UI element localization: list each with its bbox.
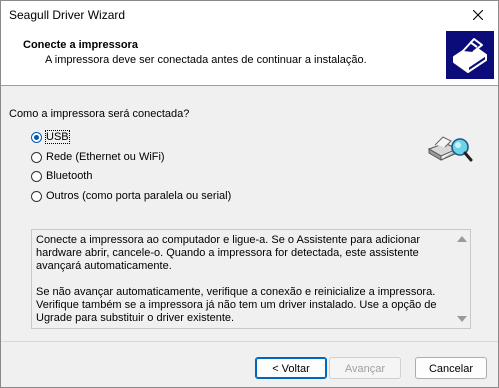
radio-button[interactable] [31, 190, 42, 202]
info-textbox[interactable]: Conecte a impressora ao computador e lig… [31, 229, 471, 329]
printer-search-icon [425, 131, 473, 167]
vertical-scrollbar[interactable] [454, 230, 470, 328]
close-icon [473, 10, 483, 20]
radio-button-checked[interactable] [31, 131, 42, 143]
back-button[interactable]: < Voltar [255, 357, 327, 379]
cancel-button[interactable]: Cancelar [415, 357, 487, 379]
wizard-content: Como a impressora será conectada? USB Re… [1, 86, 498, 341]
radio-bluetooth[interactable]: Bluetooth [31, 168, 92, 184]
next-button[interactable]: Avançar [329, 357, 401, 379]
radio-network[interactable]: Rede (Ethernet ou WiFi) [31, 149, 165, 165]
page-subtitle: A impressora deve ser conectada antes de… [45, 54, 367, 66]
info-paragraph-2: Se não avançar automaticamente, verifiqu… [36, 286, 440, 324]
info-paragraph-1: Conecte a impressora ao computador e lig… [36, 234, 424, 272]
connection-question: Como a impressora será conectada? [9, 108, 190, 120]
radio-usb[interactable]: USB [31, 129, 70, 145]
close-button[interactable] [458, 1, 498, 29]
radio-other[interactable]: Outros (como porta paralela ou serial) [31, 188, 231, 204]
wizard-window: Seagull Driver Wizard Conecte a impresso… [0, 0, 499, 388]
radio-label-usb: USB [45, 130, 70, 144]
info-text: Conecte a impressora ao computador e lig… [36, 234, 452, 325]
radio-label-bluetooth: Bluetooth [46, 170, 93, 182]
radio-button[interactable] [31, 151, 42, 163]
printer-logo-icon [446, 31, 494, 79]
button-bar: < Voltar Avançar Cancelar [1, 341, 498, 388]
scroll-down-icon[interactable] [457, 316, 467, 322]
scroll-up-icon[interactable] [457, 236, 467, 242]
page-title: Conecte a impressora [23, 39, 138, 51]
radio-label-other: Outros (como porta paralela ou serial) [46, 190, 232, 202]
window-title: Seagull Driver Wizard [9, 8, 126, 22]
title-bar: Seagull Driver Wizard [1, 1, 498, 29]
radio-label-network: Rede (Ethernet ou WiFi) [46, 151, 165, 163]
wizard-header: Conecte a impressora A impressora deve s… [1, 29, 498, 86]
radio-button[interactable] [31, 170, 42, 182]
